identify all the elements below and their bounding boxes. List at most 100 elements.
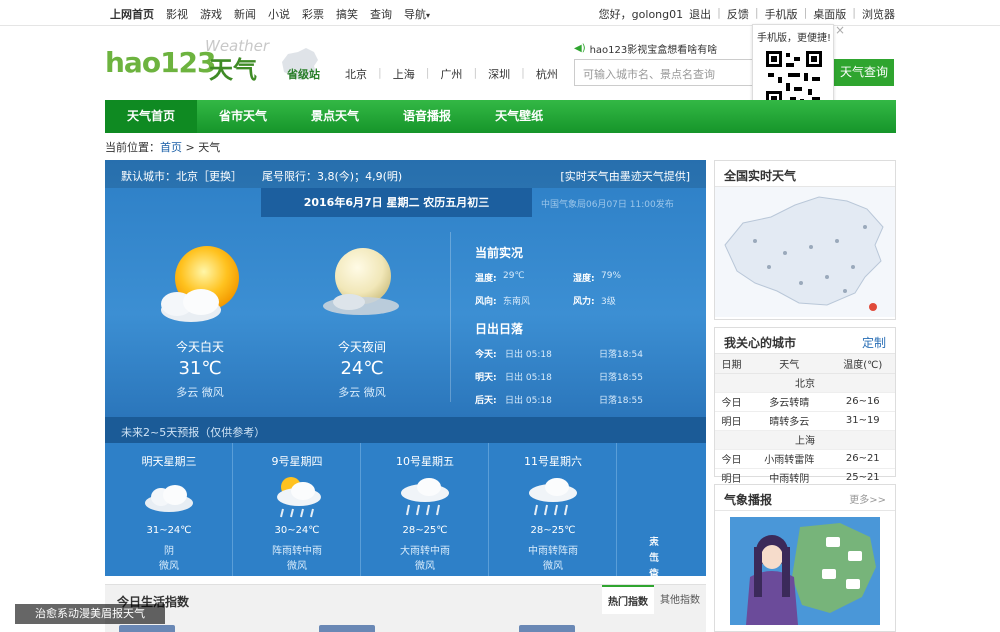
nav-weather-home[interactable]: 天气首页 [105, 100, 198, 133]
separator: | [803, 6, 808, 19]
index-badge [119, 625, 175, 632]
customize-link[interactable]: 定制 [862, 334, 886, 351]
panel-top-bar: 默认城市：北京［更换］ 尾号限行：3,8(今)；4,9(明) [实时天气由墨迹天… [105, 160, 706, 188]
table-row: 明日 晴转多云 31~19 [715, 411, 895, 431]
forecast-range: 28~25℃ [530, 525, 576, 536]
anime-anchor-image [730, 517, 880, 625]
humidity-key: 湿度: [573, 274, 595, 284]
tab-hot-index[interactable]: 热门指数 [602, 585, 654, 614]
seven-day-link[interactable]: 点击查看7日天气信息>> [617, 443, 706, 628]
forecast-day[interactable]: 10号星期五 28~25℃ 大雨转中雨 微风 [361, 443, 489, 576]
forecast-title: 11号星期六 [524, 455, 582, 468]
breadcrumb-prefix: 当前位置： [105, 141, 160, 154]
top-nav-home[interactable]: 上网首页 [110, 6, 154, 22]
forecast-wind: 微风 [415, 561, 435, 572]
top-nav-funny[interactable]: 搞笑 [336, 6, 358, 22]
nav-voice-broadcast[interactable]: 语音播报 [381, 100, 473, 133]
forecast-wind: 微风 [287, 561, 307, 572]
site-logo[interactable]: Weather hao123 天气 [105, 37, 275, 84]
city-link-beijing[interactable]: 北京 [334, 66, 378, 82]
search-button[interactable]: 天气查询 [834, 59, 894, 86]
top-nav-lottery[interactable]: 彩票 [302, 6, 324, 22]
nav-province-weather[interactable]: 省市天气 [197, 100, 289, 133]
cell-date: 今日 [715, 392, 748, 412]
broadcast-header: 气象播报 更多>> [715, 485, 895, 511]
forecast-header: 未来2~5天预报（仅供参考） [105, 417, 706, 443]
forecast-day[interactable]: 9号星期四 30~24℃ 阵雨转中雨 微风 [233, 443, 361, 576]
sun-day: 后天: [475, 396, 497, 406]
rain-icon [401, 478, 449, 516]
nav-wallpaper[interactable]: 天气壁纸 [473, 100, 565, 133]
province-station-link[interactable]: 省级站 [287, 66, 320, 82]
top-nav-games[interactable]: 游戏 [200, 6, 222, 22]
forecast-cond: 阴 [164, 546, 174, 557]
forecast-title: 9号星期四 [271, 455, 323, 468]
forecast-title: 10号星期五 [396, 455, 454, 468]
wind-dir-key: 风向: [475, 297, 497, 307]
sun-cloud-icon [161, 246, 239, 322]
city-name[interactable]: 北京 [715, 373, 895, 393]
sun-day: 今天: [475, 350, 497, 360]
sun-day: 明天: [475, 373, 497, 383]
today-day-cond: 多云 微风 [176, 386, 224, 399]
top-nav-query[interactable]: 查询 [370, 6, 392, 22]
feedback-link[interactable]: 反馈 [727, 6, 749, 22]
city-link-shanghai[interactable]: 上海 [382, 66, 426, 82]
sunrise: 日出 05:18 [505, 396, 552, 406]
cell-temp: 26~16 [830, 392, 895, 412]
breadcrumb-sep: > [182, 141, 199, 154]
life-index-section: 今日生活指数 热门指数 其他指数 [105, 584, 706, 632]
tab-other-index[interactable]: 其他指数 [654, 585, 706, 614]
sunrise: 日出 05:18 [505, 350, 552, 360]
top-nav-movies[interactable]: 影视 [166, 6, 188, 22]
broadcast-caption[interactable]: 治愈系动漫美眉报天气 [15, 604, 165, 624]
breadcrumb-current: 天气 [198, 141, 221, 154]
breadcrumb: 当前位置：首页 > 天气 [105, 139, 220, 155]
weather-broadcast-box: 气象播报 更多>> [714, 484, 896, 632]
logo-weather-name: 天气 [209, 56, 257, 84]
today-day-temp: 31℃ [178, 358, 222, 379]
close-icon[interactable]: × [835, 23, 845, 37]
speaker-icon: ◀) [574, 43, 586, 54]
user-greeting: 您好，golong01 [598, 8, 684, 21]
index-badge [319, 625, 375, 632]
desktop-link[interactable]: 桌面版 [813, 6, 846, 22]
browser-link[interactable]: 浏览器 [862, 6, 895, 22]
mobile-link[interactable]: 手机版 [765, 6, 798, 22]
top-nav: 上网首页 影视 游戏 新闻 小说 彩票 搞笑 查询 导航▾ [110, 6, 430, 22]
cell-date: 明日 [715, 411, 748, 431]
promo-link[interactable]: ◀) hao123影视宝盒想看啥有啥 [574, 41, 717, 56]
cloud-icon [145, 485, 193, 512]
top-nav-news[interactable]: 新闻 [234, 6, 256, 22]
breadcrumb-home[interactable]: 首页 [160, 141, 182, 154]
city-quick-links: 北京 | 上海 | 广州 | 深圳 | 杭州 [334, 66, 569, 82]
qr-caption: 手机版，更便捷! [756, 33, 831, 44]
search-input[interactable]: 可输入城市名、景点名查询 [574, 59, 754, 86]
top-nav-navigation[interactable]: 导航▾ [404, 6, 430, 22]
china-weather-map[interactable] [715, 187, 895, 317]
my-cities-header: 我关心的城市 定制 [715, 328, 895, 354]
caret-down-icon: ▾ [426, 11, 431, 20]
broadcast-thumbnail[interactable] [730, 517, 880, 625]
forecast-day[interactable]: 明天星期三 31~24℃ 阴 微风 [105, 443, 233, 576]
forecast-cond: 中雨转阵雨 [528, 546, 578, 557]
today-day-label: 今天白天 [175, 340, 224, 354]
city-link-guangzhou[interactable]: 广州 [429, 66, 473, 82]
city-name[interactable]: 上海 [715, 430, 895, 450]
forecast-strip: 明天星期三 31~24℃ 阴 微风 9号星期四 30~24℃ 阵雨转中雨 微风 … [105, 443, 706, 628]
forecast-range: 30~24℃ [274, 525, 320, 536]
city-link-shenzhen[interactable]: 深圳 [477, 66, 521, 82]
forecast-day[interactable]: 11号星期六 28~25℃ 中雨转阵雨 微风 [489, 443, 617, 576]
more-link[interactable]: 更多>> [849, 491, 886, 506]
top-bar: 上网首页 影视 游戏 新闻 小说 彩票 搞笑 查询 导航▾ 您好，golong0… [0, 0, 1000, 26]
my-cities-table: 日期 天气 温度(℃) 北京 今日 多云转晴 26~16 明日 晴转多云 31~19 上… [715, 354, 895, 488]
cell-date: 今日 [715, 449, 748, 469]
sun-title: 日出日落 [475, 322, 524, 336]
city-link-hangzhou[interactable]: 杭州 [525, 66, 569, 82]
nav-scenic-weather[interactable]: 景点天气 [289, 100, 381, 133]
temp-value: 29℃ [503, 271, 525, 281]
top-nav-novels[interactable]: 小说 [268, 6, 290, 22]
table-row: 今日 多云转晴 26~16 [715, 392, 895, 412]
logout-link[interactable]: 退出 [689, 6, 711, 22]
default-city[interactable]: 默认城市：北京［更换］ [121, 168, 242, 184]
